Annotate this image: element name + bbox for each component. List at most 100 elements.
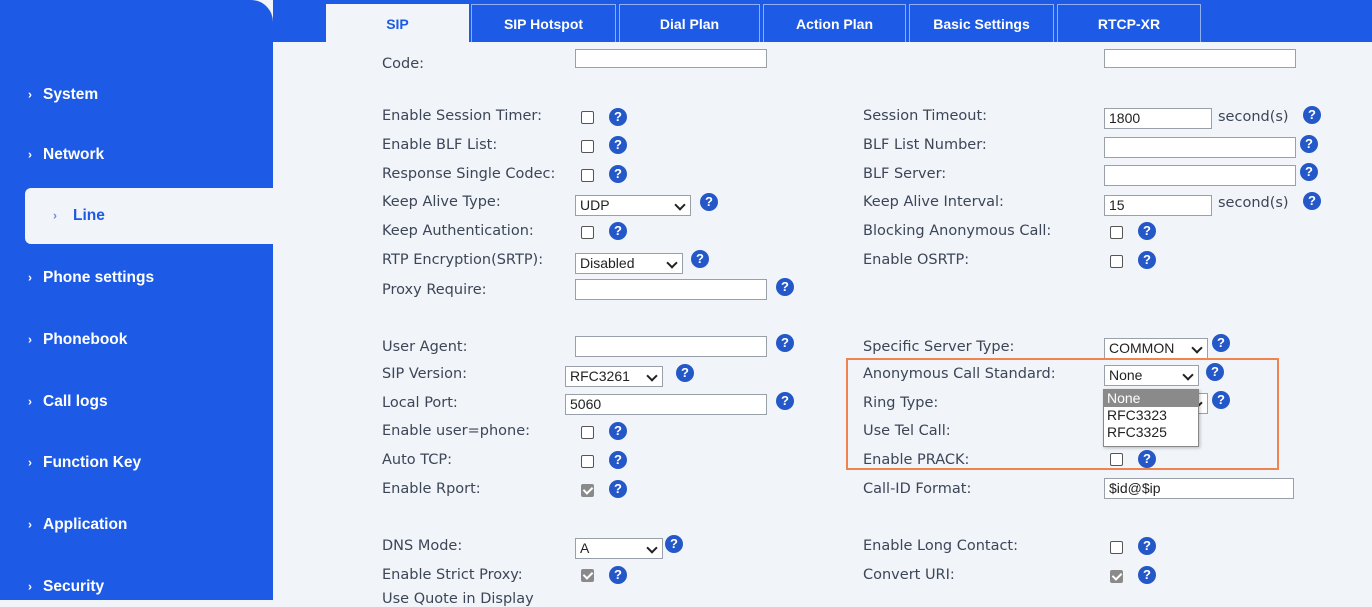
strict-proxy-label: Enable Strict Proxy: [382, 567, 523, 583]
keep-alive-interval-input[interactable]: 15 [1104, 195, 1212, 216]
help-icon[interactable]: ? [1138, 251, 1156, 269]
help-icon[interactable]: ? [609, 451, 627, 469]
rport-label: Enable Rport: [382, 481, 481, 497]
single-codec-checkbox[interactable] [581, 169, 594, 182]
help-icon[interactable]: ? [1300, 163, 1318, 181]
help-icon[interactable]: ? [1138, 450, 1156, 468]
long-contact-checkbox[interactable] [1110, 541, 1123, 554]
keep-alive-type-select[interactable]: UDP [575, 195, 691, 216]
sip-version-label: SIP Version: [382, 366, 468, 382]
session-timer-label: Enable Session Timer: [382, 108, 543, 124]
sidebar-item-label: Phone settings [43, 269, 155, 286]
quote-display-label: Use Quote in Display [382, 591, 534, 607]
blf-server-input[interactable] [1104, 165, 1296, 186]
help-icon[interactable]: ? [1300, 135, 1318, 153]
sidebar-item-application[interactable]: › Application [0, 497, 273, 553]
help-icon[interactable]: ? [776, 392, 794, 410]
convert-uri-label: Convert URI: [863, 567, 955, 583]
session-timeout-input[interactable]: 1800 [1104, 108, 1212, 129]
user-agent-input[interactable] [575, 336, 767, 357]
strict-proxy-checkbox[interactable] [581, 569, 594, 582]
convert-uri-checkbox[interactable] [1110, 570, 1123, 583]
sidebar-item-line[interactable]: › Line [25, 188, 273, 244]
blocking-anon-checkbox[interactable] [1110, 226, 1123, 239]
keep-alive-type-label: Keep Alive Type: [382, 194, 501, 210]
tab-basic-settings[interactable]: Basic Settings [909, 4, 1054, 42]
blf-list-checkbox[interactable] [581, 140, 594, 153]
chevron-down-icon [666, 257, 678, 269]
sidebar-item-label: Application [43, 516, 128, 533]
help-icon[interactable]: ? [609, 422, 627, 440]
help-icon[interactable]: ? [609, 165, 627, 183]
auto-tcp-checkbox[interactable] [581, 455, 594, 468]
help-icon[interactable]: ? [700, 193, 718, 211]
help-icon[interactable]: ? [609, 136, 627, 154]
help-icon[interactable]: ? [676, 364, 694, 382]
single-codec-label: Response Single Codec: [382, 166, 556, 182]
help-icon[interactable]: ? [665, 535, 683, 553]
help-icon[interactable]: ? [1303, 106, 1321, 124]
tab-sip-hotspot[interactable]: SIP Hotspot [471, 4, 616, 42]
user-phone-label: Enable user=phone: [382, 423, 531, 439]
prack-checkbox[interactable] [1110, 453, 1123, 466]
rport-checkbox[interactable] [581, 484, 594, 497]
help-icon[interactable]: ? [691, 250, 709, 268]
rtp-encryption-label: RTP Encryption(SRTP): [382, 252, 544, 268]
dns-mode-select[interactable]: A [575, 538, 663, 559]
blf-list-number-input[interactable] [1104, 137, 1296, 158]
ring-type-label: Ring Type: [863, 395, 939, 411]
user-phone-checkbox[interactable] [581, 426, 594, 439]
help-icon[interactable]: ? [609, 566, 627, 584]
chevron-right-icon: › [28, 332, 32, 347]
long-contact-label: Enable Long Contact: [863, 538, 1018, 554]
tab-dial-plan[interactable]: Dial Plan [619, 4, 760, 42]
callid-format-input[interactable]: $id@$ip [1104, 478, 1294, 499]
sip-version-select[interactable]: RFC3261 [565, 366, 663, 387]
osrtp-checkbox[interactable] [1110, 255, 1123, 268]
partial-right-input[interactable] [1104, 49, 1296, 68]
help-icon[interactable]: ? [1303, 192, 1321, 210]
code-input[interactable] [575, 49, 767, 68]
sidebar-item-function-key[interactable]: › Function Key [0, 435, 273, 491]
anon-standard-select[interactable]: None [1104, 365, 1199, 386]
session-timer-checkbox[interactable] [581, 111, 594, 124]
help-icon[interactable]: ? [1212, 391, 1230, 409]
sip-settings-form: Code: Enable Session Timer: ? Enable BLF… [273, 42, 1372, 607]
chevron-down-icon [1191, 342, 1203, 354]
server-type-select[interactable]: COMMON [1104, 338, 1208, 359]
keep-auth-checkbox[interactable] [581, 226, 594, 239]
select-value: UDP [580, 197, 610, 213]
chevron-right-icon: › [28, 517, 32, 532]
chevron-down-icon [646, 542, 658, 554]
help-icon[interactable]: ? [609, 480, 627, 498]
help-icon[interactable]: ? [1206, 363, 1224, 381]
sidebar-item-network[interactable]: › Network [0, 127, 273, 183]
help-icon[interactable]: ? [776, 278, 794, 296]
proxy-require-input[interactable] [575, 279, 767, 300]
help-icon[interactable]: ? [1138, 222, 1156, 240]
sidebar-item-phone-settings[interactable]: › Phone settings [0, 250, 273, 306]
sidebar-item-phonebook[interactable]: › Phonebook [0, 312, 273, 368]
anon-standard-dropdown-list: None RFC3323 RFC3325 [1103, 389, 1199, 447]
select-value: A [580, 540, 590, 556]
tab-action-plan[interactable]: Action Plan [763, 4, 906, 42]
sidebar-item-label: Line [73, 207, 105, 224]
sidebar-item-system[interactable]: › System [0, 67, 273, 123]
tab-rtcp-xr[interactable]: RTCP-XR [1057, 4, 1201, 42]
sidebar-item-security[interactable]: › Security [0, 559, 273, 600]
dropdown-option[interactable]: RFC3323 [1104, 407, 1198, 424]
help-icon[interactable]: ? [776, 334, 794, 352]
dropdown-option[interactable]: RFC3325 [1104, 424, 1198, 441]
select-value: None [1109, 367, 1143, 383]
local-port-input[interactable]: 5060 [565, 394, 767, 415]
help-icon[interactable]: ? [609, 222, 627, 240]
sidebar-item-call-logs[interactable]: › Call logs [0, 374, 273, 430]
help-icon[interactable]: ? [609, 108, 627, 126]
help-icon[interactable]: ? [1138, 566, 1156, 584]
rtp-encryption-select[interactable]: Disabled [575, 253, 683, 274]
dropdown-option[interactable]: None [1104, 390, 1198, 407]
help-icon[interactable]: ? [1212, 334, 1230, 352]
help-icon[interactable]: ? [1138, 537, 1156, 555]
chevron-right-icon: › [28, 87, 32, 102]
tab-sip[interactable]: SIP [326, 4, 469, 42]
